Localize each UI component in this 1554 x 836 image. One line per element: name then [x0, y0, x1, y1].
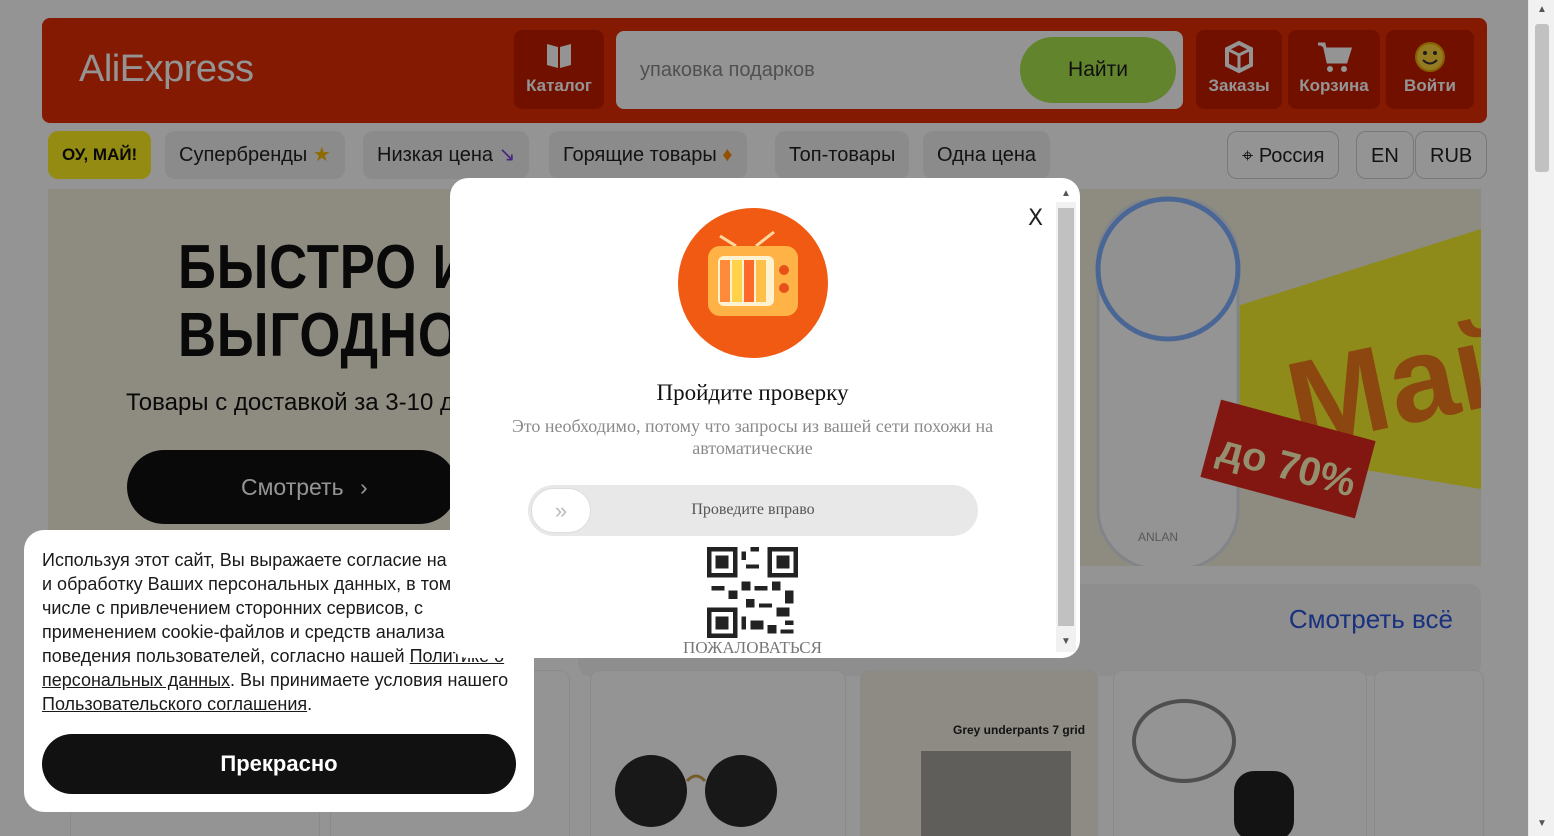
modal-scrollbar[interactable]: ▲ ▼	[1056, 188, 1076, 652]
scroll-up-icon[interactable]: ▲	[1061, 188, 1071, 199]
page-scrollbar-thumb[interactable]	[1535, 24, 1549, 172]
captcha-modal: X Пройдите проверку Это необходимо, пото…	[450, 178, 1080, 658]
captcha-slider-track[interactable]: Проведите вправо »	[528, 485, 978, 536]
cookie-text-line: применением cookie-файлов и средств анал…	[42, 622, 445, 642]
scroll-up-icon[interactable]: ▲	[1537, 4, 1547, 15]
cookie-text-line: и обработку Ваших персональных данных, в…	[42, 574, 452, 594]
close-icon[interactable]: X	[1028, 206, 1043, 231]
scroll-down-icon[interactable]: ▼	[1061, 636, 1071, 647]
scroll-down-icon[interactable]: ▼	[1537, 818, 1547, 829]
cookie-text-line: . Вы принимаете условия нашего	[230, 670, 509, 690]
cookie-text: Используя этот сайт, Вы выражаете соглас…	[42, 548, 516, 716]
report-link[interactable]: ПОЖАЛОВАТЬСЯ	[450, 638, 1055, 658]
cookie-text-line: числе с привлечением сторонних сервисов,…	[42, 598, 424, 618]
cookie-text-line: .	[307, 694, 313, 714]
cookie-text-line: Используя этот сайт, Вы выражаете соглас…	[42, 550, 447, 570]
page-scrollbar[interactable]: ▲ ▼	[1528, 0, 1554, 836]
user-agreement-link[interactable]: Пользовательского соглашения	[42, 694, 307, 714]
modal-scrollbar-thumb[interactable]	[1058, 208, 1074, 626]
qr-code-icon[interactable]	[707, 547, 798, 638]
double-chevron-right-icon: »	[554, 498, 568, 523]
slider-instruction: Проведите вправо	[691, 501, 815, 518]
cookie-text-line: поведения пользователей, согласно нашей	[42, 646, 410, 666]
captcha-title: Пройдите проверку	[656, 380, 849, 405]
retro-tv-icon	[678, 208, 828, 358]
slider-handle[interactable]: »	[531, 488, 591, 533]
accept-cookies-button[interactable]: Прекрасно	[42, 734, 516, 794]
captcha-subtitle: Это необходимо, потому что запросы из ва…	[511, 416, 994, 458]
